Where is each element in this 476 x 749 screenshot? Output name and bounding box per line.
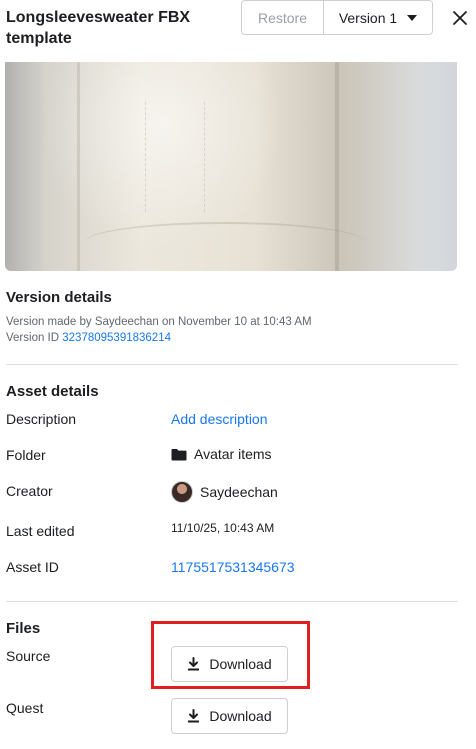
download-icon	[188, 709, 200, 723]
version-id-label: Version ID	[6, 332, 60, 344]
quest-download-button[interactable]: Download	[171, 698, 288, 734]
panel-header: Longsleevesweater FBX template Restore V…	[0, 0, 476, 62]
version-id-line: Version ID 32378095391836214	[6, 332, 171, 344]
quest-label: Quest	[6, 700, 44, 716]
files-heading: Files	[6, 620, 41, 637]
avatar	[171, 481, 193, 503]
close-icon[interactable]	[451, 9, 469, 27]
quest-download-label: Download	[209, 708, 272, 724]
last-edited-value: 11/10/25, 10:43 AM	[171, 521, 275, 535]
folder-value[interactable]: Avatar items	[171, 446, 272, 462]
asset-title: Longsleevesweater FBX template	[6, 9, 191, 47]
asset-preview-image	[5, 62, 457, 271]
divider	[6, 601, 458, 602]
folder-icon	[171, 448, 187, 460]
highlight-box	[151, 621, 310, 689]
version-dropdown-label: Version 1	[338, 9, 398, 26]
divider	[6, 364, 458, 365]
asset-details-heading: Asset details	[6, 383, 99, 400]
version-dropdown[interactable]: Version 1	[324, 1, 432, 34]
creator-name: Saydeechan	[200, 484, 278, 500]
version-details-heading: Version details	[6, 289, 112, 306]
version-made-by: Version made by Saydeechan on November 1…	[6, 316, 312, 328]
folder-label: Folder	[6, 447, 46, 463]
asset-id-label: Asset ID	[6, 559, 59, 575]
creator-value[interactable]: Saydeechan	[171, 481, 278, 503]
folder-name: Avatar items	[194, 446, 272, 462]
creator-label: Creator	[6, 483, 53, 499]
version-id-link[interactable]: 32378095391836214	[62, 332, 171, 344]
last-edited-label: Last edited	[6, 523, 75, 539]
caret-down-icon	[407, 14, 418, 21]
restore-button[interactable]: Restore	[242, 1, 324, 34]
add-description-link[interactable]: Add description	[171, 411, 268, 427]
source-label: Source	[6, 648, 51, 664]
asset-id-link[interactable]: 1175517531345673	[171, 559, 295, 575]
description-label: Description	[6, 411, 77, 427]
version-button-group: Restore Version 1	[241, 0, 433, 35]
